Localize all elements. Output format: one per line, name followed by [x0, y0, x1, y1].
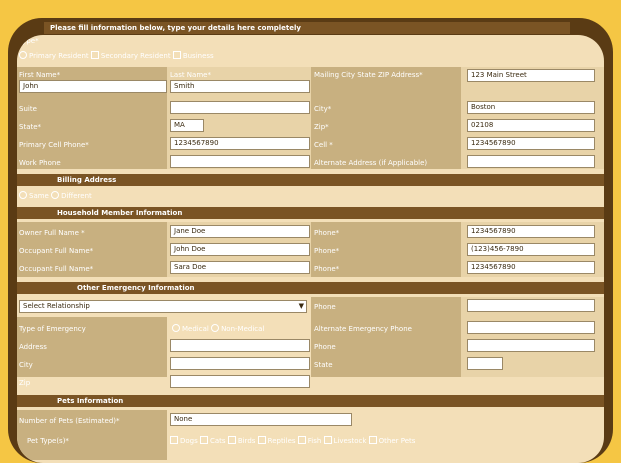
pet-birds-label: Birds [237, 437, 256, 445]
contact-label-column-right [311, 67, 461, 169]
relationship-select[interactable]: Select Relationship ▼ [19, 300, 307, 313]
household-occupant2-input[interactable]: Sara Doe [170, 261, 310, 274]
emergency-type-label: Type of Emergency [19, 325, 86, 333]
household-occupant2-phone-label: Phone* [314, 265, 340, 273]
cell-input[interactable]: 1234567890 [467, 137, 595, 150]
pet-fish-label: Fish [307, 437, 322, 445]
emergency-address-label: Address [19, 343, 47, 351]
page-title: Please fill information below, type your… [44, 22, 570, 34]
chevron-down-icon: ▼ [298, 302, 304, 310]
state-label: State* [19, 123, 42, 131]
emergency-phone2-label: Phone [314, 343, 336, 351]
pet-other-label: Other Pets [378, 437, 416, 445]
billing-different-label: Different [61, 192, 92, 200]
radio-billing-same[interactable] [19, 191, 27, 199]
check-reptiles[interactable] [257, 436, 266, 444]
emergency-state-input[interactable] [467, 357, 503, 370]
radio-non-medical[interactable] [211, 324, 220, 332]
emergency-phone-input[interactable] [467, 299, 595, 312]
radio-billing-different[interactable] [51, 191, 60, 199]
household-owner-input[interactable]: Jane Doe [170, 225, 310, 238]
zip-label: Zip* [314, 123, 329, 131]
household-occupant1-phone-label: Phone* [314, 247, 340, 255]
pets-count-label: Number of Pets (Estimated)* [19, 417, 120, 425]
non-medical-label: Non-Medical [221, 325, 265, 333]
option-primary-label: Primary Resident [29, 52, 89, 60]
pet-types-label: Pet Type(s)* [27, 437, 69, 445]
type-options: Primary Resident Secondary Resident Busi… [19, 50, 214, 62]
household-occupant1-phone-input[interactable]: (123)456-7890 [467, 243, 595, 256]
emergency-zip-label: Zip [19, 379, 31, 387]
household-occupant1-label: Occupant Full Name* [19, 247, 94, 255]
cell-label: Cell * [314, 141, 333, 149]
phone-label: Primary Cell Phone* [19, 141, 89, 149]
radio-primary[interactable] [19, 51, 27, 59]
household-occupant2-phone-input[interactable]: 1234567890 [467, 261, 595, 274]
medical-label: Medical [182, 325, 209, 333]
check-dogs[interactable] [170, 436, 178, 444]
phone-input[interactable]: 1234567890 [170, 137, 310, 150]
radio-medical[interactable] [172, 324, 180, 332]
check-fish[interactable] [297, 436, 306, 444]
check-cats[interactable] [200, 436, 208, 444]
emergency-phone-label: Phone [314, 303, 336, 311]
billing-header: Billing Address [17, 174, 604, 186]
household-occupant2-label: Occupant Full Name* [19, 265, 94, 273]
check-secondary[interactable] [90, 51, 99, 59]
emergency-city-label: City [19, 361, 33, 369]
emergency-phone2-input[interactable] [467, 339, 595, 352]
work-phone-label: Work Phone [19, 159, 61, 167]
emergency-header: Other Emergency Information [17, 282, 604, 294]
suite-label: Suite [19, 105, 37, 113]
alternate-emergency-label: Alternate Emergency Phone [314, 325, 412, 333]
type-label: Type* [19, 37, 39, 45]
pet-cats-label: Cats [210, 437, 226, 445]
alternate-address-input[interactable] [467, 155, 595, 168]
state-input[interactable]: MA [170, 119, 204, 132]
emergency-type-options: Medical Non-Medical [172, 323, 264, 335]
household-owner-phone-label: Phone* [314, 229, 340, 237]
check-other-pets[interactable] [368, 436, 377, 444]
suite-input[interactable] [170, 101, 310, 114]
relationship-select-value: Select Relationship [23, 302, 90, 310]
contact-field-column-right [461, 67, 604, 169]
first-name-input[interactable]: John [19, 80, 167, 93]
emergency-zip-input[interactable] [170, 375, 310, 388]
zip-input[interactable]: 02108 [467, 119, 595, 132]
pet-dogs-label: Dogs [180, 437, 198, 445]
alternate-emergency-input[interactable] [467, 321, 595, 334]
last-name-input[interactable]: Smith [170, 80, 310, 93]
city-input[interactable]: Boston [467, 101, 595, 114]
pet-livestock-label: Livestock [333, 437, 367, 445]
pet-types-options: Dogs Cats Birds Reptiles Fish Livestock … [170, 435, 415, 447]
household-header: Household Member Information [17, 207, 604, 219]
household-occupant1-input[interactable]: John Doe [170, 243, 310, 256]
check-business[interactable] [172, 51, 181, 59]
pets-count-input[interactable]: None [170, 413, 352, 426]
pet-reptiles-label: Reptiles [267, 437, 296, 445]
billing-options: Same Different [19, 190, 92, 202]
household-owner-phone-input[interactable]: 1234567890 [467, 225, 595, 238]
emergency-state-label: State [314, 361, 333, 369]
household-owner-label: Owner Full Name * [19, 229, 85, 237]
work-phone-input[interactable] [170, 155, 310, 168]
check-birds[interactable] [227, 436, 236, 444]
registration-form: Type* Primary Resident Secondary Residen… [17, 35, 604, 463]
pets-header: Pets Information [17, 395, 604, 407]
city-label: City* [314, 105, 332, 113]
billing-same-label: Same [29, 192, 49, 200]
mailing-address-input[interactable]: 123 Main Street [467, 69, 595, 82]
mailing-address-label: Mailing City State ZIP Address* [314, 71, 423, 79]
emergency-city-input[interactable] [170, 357, 310, 370]
check-livestock[interactable] [323, 436, 332, 444]
emergency-address-input[interactable] [170, 339, 310, 352]
alternate-address-label: Alternate Address (if Applicable) [314, 159, 428, 167]
option-secondary-label: Secondary Resident [100, 52, 171, 60]
option-business-label: Business [182, 52, 214, 60]
